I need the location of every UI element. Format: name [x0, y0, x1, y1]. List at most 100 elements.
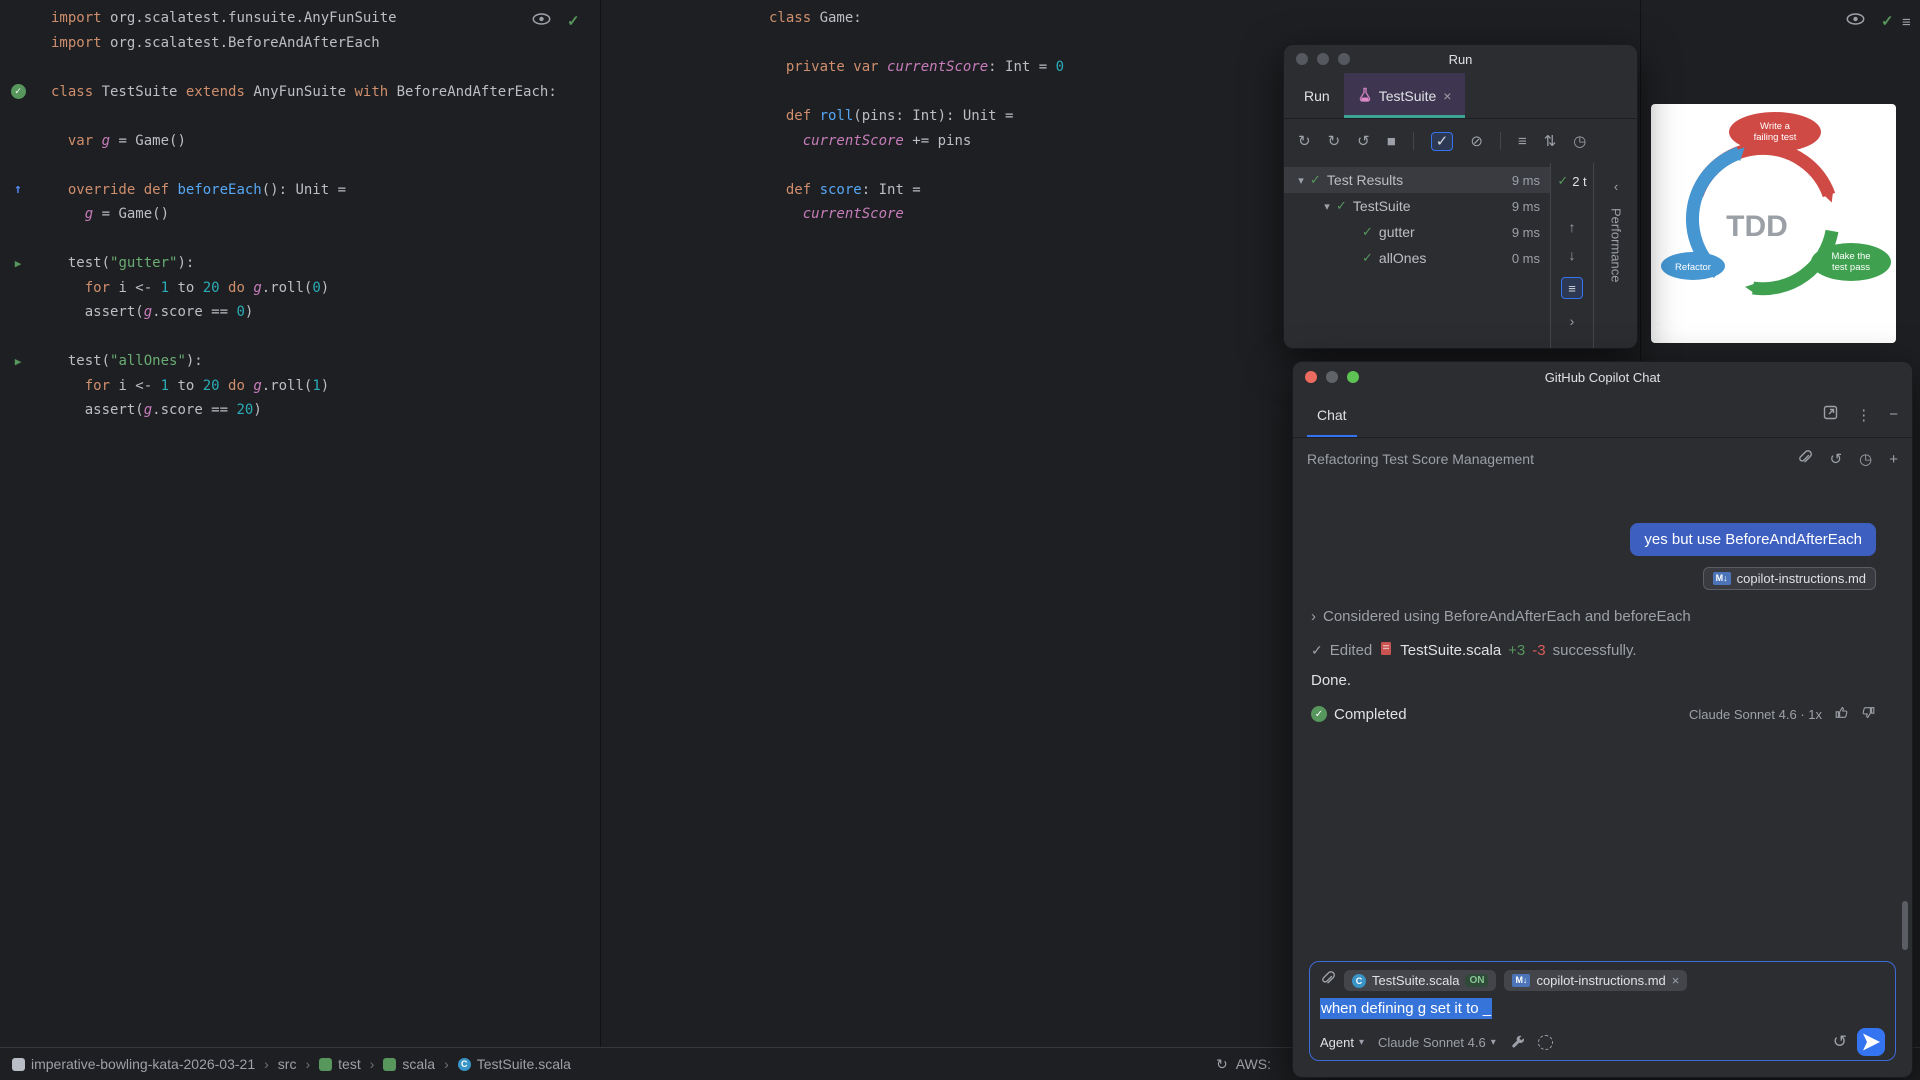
chevron-down-icon[interactable]: ▾	[1318, 200, 1336, 213]
run-window-titlebar[interactable]: Run	[1284, 45, 1637, 73]
undo-icon[interactable]: ↺	[1830, 450, 1843, 468]
sync-status-icon[interactable]: ↻	[1216, 1056, 1228, 1073]
close-button[interactable]	[1305, 371, 1317, 383]
kebab-menu-icon[interactable]: ⋮	[1856, 406, 1871, 424]
attachment-chip[interactable]: M↓ copilot-instructions.md	[1702, 567, 1876, 590]
attach-icon[interactable]	[1797, 449, 1813, 469]
tab-run[interactable]: Run	[1290, 73, 1344, 118]
right-tool-stripe: ‹ Performance	[1593, 163, 1637, 348]
sort-toggle-button[interactable]: ≡	[1561, 277, 1583, 299]
attach-file-icon[interactable]	[1320, 970, 1336, 991]
copilot-titlebar[interactable]: GitHub Copilot Chat	[1293, 362, 1912, 392]
model-dropdown[interactable]: Claude Sonnet 4.6 ▾	[1378, 1035, 1496, 1050]
token: extends	[185, 83, 254, 100]
code-line: ✓ class TestSuite extends AnyFunSuite wit…	[0, 80, 600, 105]
code-editor-testsuite[interactable]: import org.scalatest.funsuite.AnyFunSuit…	[0, 0, 600, 423]
toggle-auto-test-icon[interactable]: ↺	[1357, 134, 1370, 149]
next-test-button[interactable]: ↓	[1569, 247, 1576, 263]
tab-testsuite[interactable]: TestSuite ×	[1343, 73, 1466, 118]
close-button[interactable]	[1296, 53, 1308, 65]
breadcrumb-item[interactable]: src	[278, 1056, 297, 1072]
run-test-icon[interactable]: ▶	[15, 258, 22, 269]
chevron-down-icon[interactable]: ▾	[1292, 174, 1310, 187]
inspections-passed-icon[interactable]: ✓	[567, 12, 580, 30]
prompt-input-box[interactable]: C TestSuite.scala ON M↓ copilot-instruct…	[1309, 961, 1896, 1061]
thread-header: Refactoring Test Score Management ↺ ◷ +	[1293, 438, 1912, 480]
test-tree-row[interactable]: ✓ allOnes 0 ms	[1284, 245, 1550, 271]
previous-test-button[interactable]: ↑	[1569, 219, 1576, 235]
minimize-button[interactable]	[1317, 53, 1329, 65]
considered-row[interactable]: › Considered using BeforeAndAfterEach an…	[1311, 608, 1691, 625]
reader-mode-eye-icon[interactable]	[1846, 12, 1865, 30]
override-icon[interactable]: ↑	[14, 183, 22, 196]
token: def	[785, 108, 820, 125]
close-tab-icon[interactable]: ×	[1443, 88, 1451, 104]
rerun-failed-tests-icon[interactable]: ↻	[1328, 134, 1341, 149]
token: .roll(	[261, 279, 313, 296]
token: 1	[312, 377, 321, 394]
thumbs-down-icon[interactable]	[1861, 705, 1876, 723]
inspections-passed-icon[interactable]: ✓	[1881, 12, 1894, 30]
breadcrumb-item[interactable]: test	[319, 1056, 361, 1072]
expand-collapse-icon[interactable]: ⇅	[1544, 134, 1557, 149]
considered-text: Considered using BeforeAndAfterEach and …	[1323, 608, 1691, 625]
test-tree-row[interactable]: ▾ ✓ Test Results 9 ms	[1284, 167, 1550, 193]
show-passed-icon[interactable]: ✓	[1430, 131, 1454, 151]
zoom-button[interactable]	[1338, 53, 1350, 65]
open-in-editor-icon[interactable]	[1823, 405, 1838, 424]
test-tree-row[interactable]: ✓ gutter 9 ms	[1284, 219, 1550, 245]
new-chat-icon[interactable]: +	[1889, 451, 1898, 468]
breadcrumb-item[interactable]: scala	[383, 1056, 435, 1072]
history-icon[interactable]: ◷	[1859, 450, 1872, 468]
prompt-text-line[interactable]: when defining g set it to _	[1320, 998, 1885, 1019]
stop-icon[interactable]: ■	[1387, 134, 1396, 149]
token: import	[51, 34, 111, 51]
mode-dropdown[interactable]: Agent ▾	[1320, 1035, 1364, 1050]
tools-wrench-icon[interactable]	[1510, 1034, 1526, 1050]
reader-mode-eye-icon[interactable]	[532, 12, 551, 30]
aws-status-label[interactable]: AWS:	[1236, 1056, 1271, 1072]
hide-window-icon[interactable]: −	[1889, 406, 1898, 423]
tdd-center-label: TDD	[1726, 210, 1788, 243]
test-history-icon[interactable]: ◷	[1573, 134, 1586, 149]
chevron-right-icon[interactable]: ›	[1311, 608, 1316, 625]
markdown-file-icon: M↓	[1512, 974, 1531, 987]
code-line: import org.scalatest.BeforeAndAfterEach	[0, 31, 600, 56]
breadcrumb-item[interactable]: imperative-bowling-kata-2026-03-21	[12, 1056, 255, 1072]
token: do	[219, 279, 254, 296]
send-button[interactable]	[1857, 1028, 1885, 1056]
code-line: ▶ test("gutter"):	[0, 251, 600, 276]
tab-chat[interactable]: Chat	[1307, 392, 1357, 437]
edited-file-link[interactable]: TestSuite.scala	[1400, 642, 1501, 659]
test-passed-icon[interactable]: ✓	[10, 84, 26, 100]
token: 0	[1055, 59, 1065, 76]
usage-circle-icon[interactable]	[1537, 1034, 1553, 1050]
context-chip-testsuite[interactable]: C TestSuite.scala ON	[1344, 970, 1497, 991]
collapse-stripe-icon[interactable]: ‹	[1614, 179, 1618, 194]
sort-by-duration-icon[interactable]: ≡	[1518, 134, 1527, 149]
context-chip-instructions[interactable]: M↓ copilot-instructions.md ×	[1504, 970, 1688, 991]
more-options-icon[interactable]: ›	[1570, 313, 1575, 329]
editor-menu-icon[interactable]: ≡	[1902, 14, 1911, 31]
test-passed-icon: ✓	[1336, 198, 1347, 213]
resend-icon[interactable]: ↺	[1833, 1032, 1847, 1052]
remove-chip-icon[interactable]: ×	[1672, 973, 1680, 988]
code-text: def score: Int =	[769, 182, 921, 198]
tdd-diagram-image: TDD Write a failing test Make the test p…	[1651, 104, 1896, 343]
chat-scrollbar[interactable]	[1902, 901, 1908, 950]
run-test-icon[interactable]: ▶	[15, 356, 22, 367]
test-tree-row[interactable]: ▾ ✓ TestSuite 9 ms	[1284, 193, 1550, 219]
token: 0	[312, 279, 321, 296]
check-icon: ✓	[1557, 173, 1569, 188]
zoom-button[interactable]	[1347, 371, 1359, 383]
thumbs-up-icon[interactable]	[1834, 705, 1849, 723]
minimize-button[interactable]	[1326, 371, 1338, 383]
breadcrumb-item[interactable]: C TestSuite.scala	[457, 1056, 571, 1072]
prompt-text-selected[interactable]: when defining g set it to _	[1320, 998, 1493, 1019]
performance-stripe-button[interactable]: Performance	[1609, 208, 1624, 282]
test-duration: 9 ms	[1511, 172, 1540, 188]
rerun-tests-icon[interactable]: ↻	[1298, 134, 1311, 149]
show-ignored-icon[interactable]: ⊘	[1470, 134, 1483, 149]
token: org.scalatest.BeforeAndAfterEach	[110, 34, 380, 51]
